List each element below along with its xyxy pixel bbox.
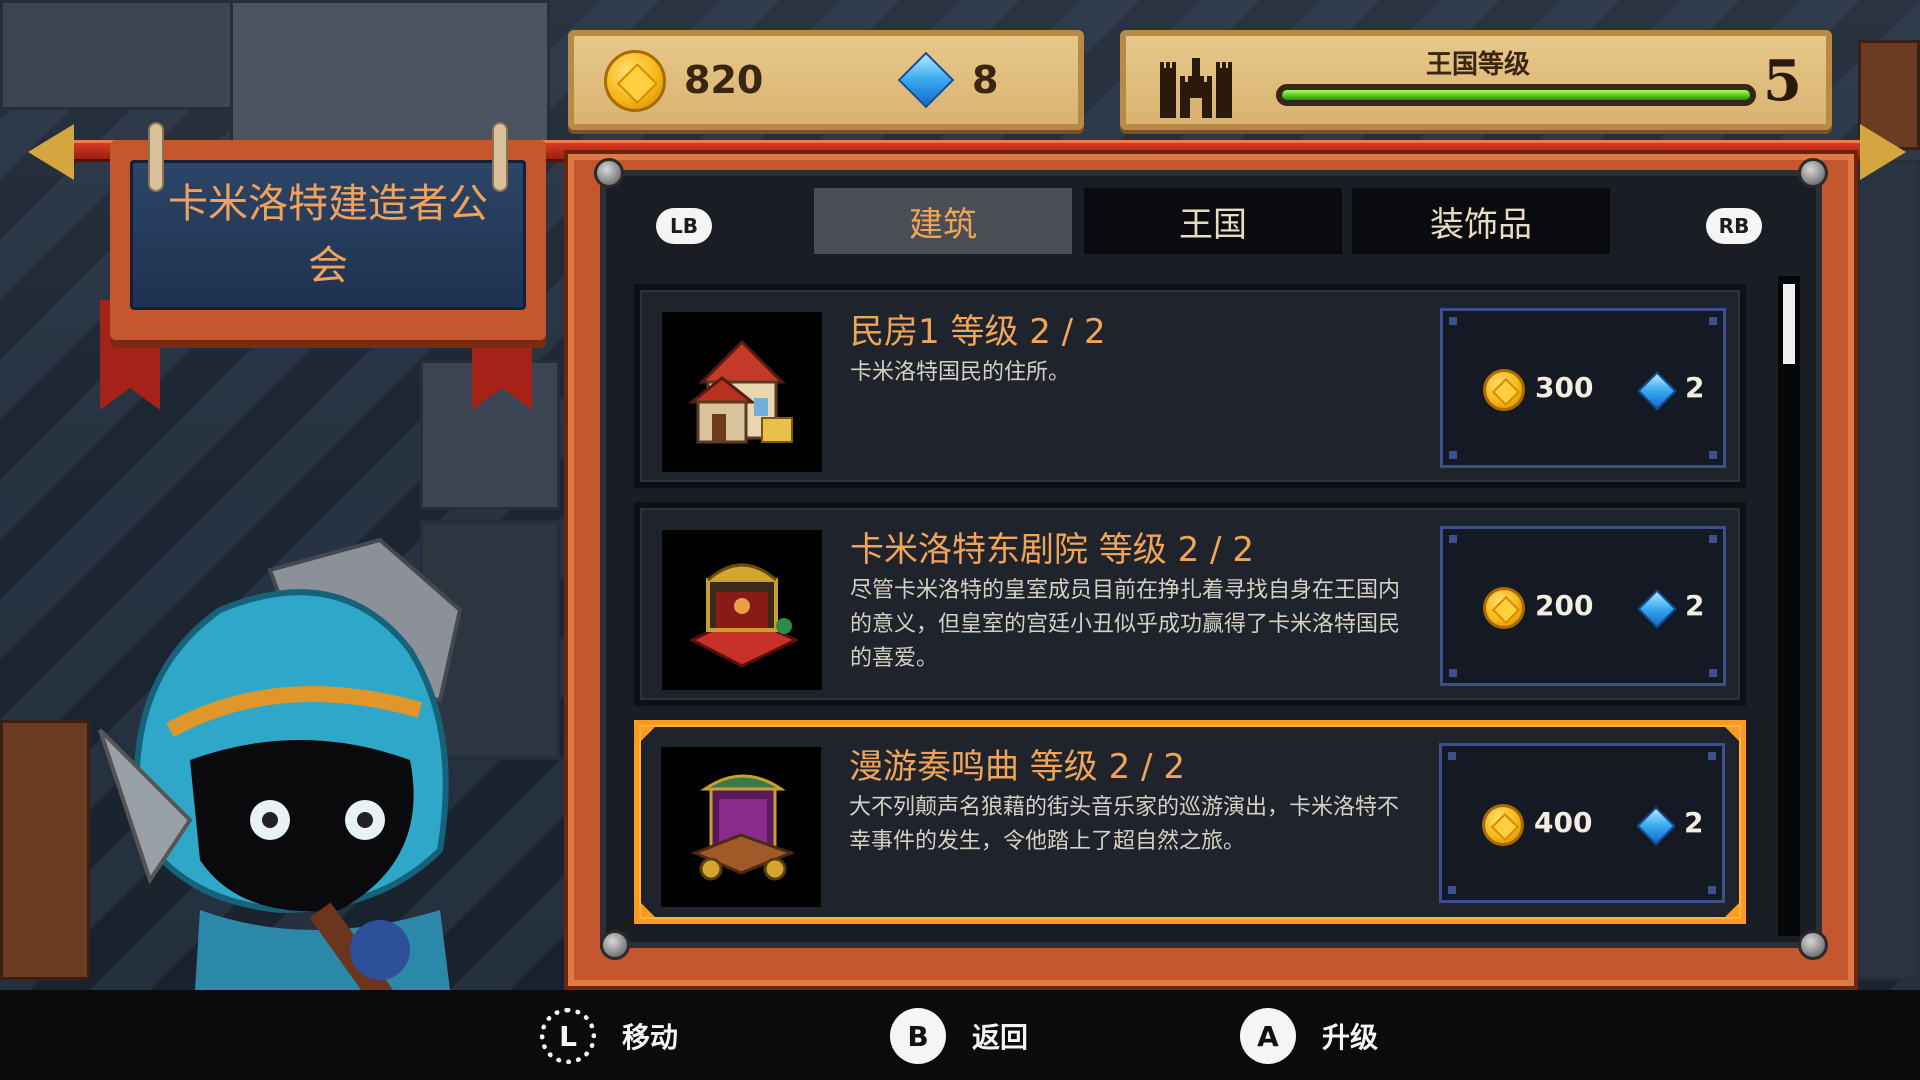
wagon-stage-icon bbox=[691, 774, 796, 881]
prompt-upgrade-label: 升级 bbox=[1322, 1021, 1379, 1054]
coin-icon bbox=[604, 50, 666, 112]
coin-cost: 400 bbox=[1534, 806, 1593, 839]
rb-button[interactable]: RB bbox=[1706, 208, 1762, 244]
resource-bar: 820 8 bbox=[568, 30, 1084, 130]
hooded-character bbox=[98, 537, 463, 1070]
building-thumbnail bbox=[661, 747, 821, 907]
kingdom-level-label: 王国等级 bbox=[1426, 50, 1531, 80]
building-description: 大不列颠声名狼藉的街头音乐家的巡游演出，卡米洛特不幸事件的发生，令他踏上了超自然… bbox=[849, 795, 1400, 854]
a-button-icon: A bbox=[1240, 1008, 1296, 1064]
coin-icon bbox=[1483, 587, 1525, 629]
selection-corner bbox=[641, 903, 655, 917]
prompt-move[interactable]: L 移动 bbox=[540, 1008, 678, 1064]
gem-icon bbox=[1637, 371, 1677, 411]
building-title: 卡米洛特东剧院 等级 2 / 2 bbox=[850, 530, 1254, 570]
coin-icon bbox=[1483, 369, 1525, 411]
building-item-selected[interactable]: 漫游奏鸣曲 等级 2 / 2 大不列颠声名狼藉的街头音乐家的巡游演出，卡米洛特不… bbox=[634, 720, 1746, 924]
tab-kingdom[interactable]: 王国 bbox=[1084, 188, 1342, 254]
guild-sign-board: 卡米洛特建造者公会 bbox=[130, 160, 526, 310]
left-stick-letter: L bbox=[559, 1019, 577, 1053]
building-description: 尽管卡米洛特的皇室成员目前在挣扎着寻找自身在王国内的意义，但皇室的宫廷小丑似乎成… bbox=[850, 578, 1401, 671]
coin-icon bbox=[1482, 804, 1524, 846]
kingdom-level-value: 5 bbox=[1763, 48, 1802, 114]
b-button-letter: B bbox=[907, 1019, 929, 1053]
lb-button[interactable]: LB bbox=[656, 208, 712, 244]
kingdom-level-fill bbox=[1282, 90, 1750, 100]
building-title: 民房1 等级 2 / 2 bbox=[850, 312, 1106, 352]
prompt-back-label: 返回 bbox=[972, 1021, 1029, 1054]
guild-title: 卡米洛特建造者公会 bbox=[168, 181, 488, 289]
guild-sign: 卡米洛特建造者公会 bbox=[110, 140, 546, 340]
prompt-upgrade[interactable]: A 升级 bbox=[1240, 1008, 1378, 1064]
left-stick-icon: L bbox=[540, 1008, 596, 1064]
bolt bbox=[600, 930, 630, 960]
theater-icon bbox=[688, 563, 800, 668]
house-icon bbox=[687, 339, 793, 444]
building-thumbnail bbox=[662, 312, 822, 472]
building-description: 卡米洛特国民的住所。 bbox=[850, 360, 1071, 385]
rod-tip-left bbox=[28, 124, 74, 180]
gem-count: 8 bbox=[972, 58, 999, 102]
button-prompt-bar: L 移动 B 返回 A 升级 bbox=[0, 990, 1920, 1080]
coin-cost: 200 bbox=[1535, 589, 1594, 622]
castle-icon bbox=[1160, 58, 1232, 118]
coin-count: 820 bbox=[684, 58, 764, 102]
cost-box: 200 2 bbox=[1440, 526, 1726, 686]
a-button-letter: A bbox=[1257, 1019, 1279, 1053]
building-title: 漫游奏鸣曲 等级 2 / 2 bbox=[849, 747, 1185, 787]
prompt-back[interactable]: B 返回 bbox=[890, 1008, 1028, 1064]
tab-buildings[interactable]: 建筑 bbox=[814, 188, 1072, 254]
gem-cost: 2 bbox=[1684, 806, 1704, 839]
building-item[interactable]: 民房1 等级 2 / 2 卡米洛特国民的住所。 300 2 bbox=[634, 284, 1746, 488]
rod-tip-right bbox=[1860, 124, 1906, 180]
bolt bbox=[1798, 158, 1828, 188]
building-item[interactable]: 卡米洛特东剧院 等级 2 / 2 尽管卡米洛特的皇室成员目前在挣扎着寻找自身在王… bbox=[634, 502, 1746, 706]
scrollbar-thumb[interactable] bbox=[1783, 284, 1795, 364]
kingdom-level-progress bbox=[1276, 84, 1756, 106]
cost-box: 400 2 bbox=[1439, 743, 1725, 903]
selection-corner bbox=[1725, 727, 1739, 741]
bolt bbox=[1798, 930, 1828, 960]
bolt bbox=[594, 158, 624, 188]
gem-icon bbox=[1636, 806, 1676, 846]
prompt-move-label: 移动 bbox=[622, 1021, 679, 1054]
gem-icon bbox=[1637, 589, 1677, 629]
sign-rope-right bbox=[492, 122, 508, 192]
scrollbar-track[interactable] bbox=[1778, 276, 1800, 936]
gem-cost: 2 bbox=[1685, 371, 1705, 404]
tab-decorations[interactable]: 装饰品 bbox=[1352, 188, 1610, 254]
gem-icon bbox=[897, 51, 955, 109]
kingdom-level-bar: 王国等级 5 bbox=[1120, 30, 1832, 130]
gem-cost: 2 bbox=[1685, 589, 1705, 622]
selection-corner bbox=[641, 727, 655, 741]
building-thumbnail bbox=[662, 530, 822, 690]
selection-corner bbox=[1725, 903, 1739, 917]
sign-rope-left bbox=[148, 122, 164, 192]
cost-box: 300 2 bbox=[1440, 308, 1726, 468]
b-button-icon: B bbox=[890, 1008, 946, 1064]
coin-cost: 300 bbox=[1535, 371, 1594, 404]
